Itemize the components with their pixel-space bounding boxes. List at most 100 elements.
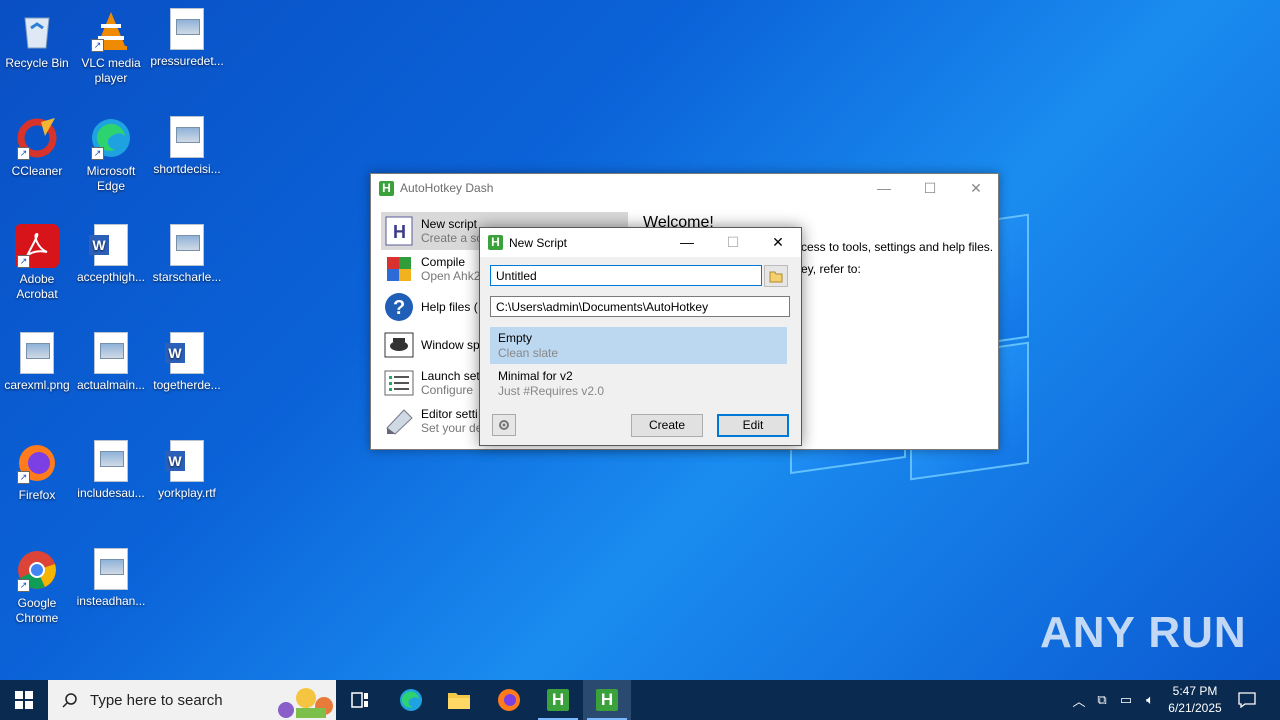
taskbar: Type here to search H H ︿ ⧉ ▭ 🔈︎ 5:47 PM… bbox=[0, 680, 1280, 720]
desktop-icon-label: actualmain... bbox=[76, 378, 146, 392]
image-file-icon bbox=[20, 332, 54, 374]
desktop-icon-chrome[interactable]: ↗ Google Chrome bbox=[0, 548, 74, 626]
taskbar-autohotkey-dash[interactable]: H bbox=[534, 680, 582, 720]
close-button[interactable]: ✕ bbox=[755, 228, 801, 256]
autohotkey-icon: H bbox=[547, 689, 569, 711]
desktop-icon-label: accepthigh... bbox=[76, 270, 146, 284]
desktop-icon-label: VLC media player bbox=[81, 56, 141, 85]
search-highlight-decoration bbox=[278, 688, 333, 718]
desktop-icon-label: pressuredet... bbox=[150, 54, 224, 68]
script-path-field[interactable]: C:\Users\admin\Documents\AutoHotkey bbox=[490, 296, 790, 317]
dash-title: AutoHotkey Dash bbox=[400, 181, 494, 195]
svg-text:H: H bbox=[393, 222, 406, 242]
tray-app-icon[interactable]: ⧉ bbox=[1090, 692, 1114, 708]
vlc-icon: ↗ bbox=[89, 8, 133, 52]
new-script-icon: H bbox=[383, 215, 415, 247]
taskbar-autohotkey-newscript[interactable]: H bbox=[583, 680, 631, 720]
folder-icon bbox=[769, 271, 783, 283]
anyrun-watermark: ANY RUN bbox=[1040, 608, 1247, 657]
desktop-icon-starscharle[interactable]: starscharle... bbox=[150, 224, 224, 285]
create-button[interactable]: Create bbox=[631, 414, 703, 437]
search-placeholder: Type here to search bbox=[90, 691, 223, 709]
desktop-icon-label: starscharle... bbox=[152, 270, 222, 284]
dash-item-title: Window sp bbox=[421, 338, 480, 352]
dash-titlebar: H AutoHotkey Dash — ☐ ✕ bbox=[371, 174, 998, 202]
browse-folder-button[interactable] bbox=[764, 265, 788, 287]
desktop-icon-shortdecisi[interactable]: shortdecisi... bbox=[150, 116, 224, 177]
image-file-icon bbox=[94, 440, 128, 482]
system-tray: ︿ ⧉ ▭ 🔈︎ bbox=[1068, 680, 1162, 720]
desktop-icon-label: togetherde... bbox=[153, 378, 221, 392]
desktop-icon-insteadhan[interactable]: insteadhan... bbox=[74, 548, 148, 609]
volume-icon[interactable]: 🔈︎ bbox=[1138, 692, 1162, 708]
desktop-icon-label: includesau... bbox=[77, 486, 145, 500]
settings-button[interactable] bbox=[492, 414, 516, 436]
help-icon: ? bbox=[383, 291, 415, 323]
desktop-icon-label: CCleaner bbox=[11, 164, 63, 178]
word-doc-icon: W bbox=[89, 224, 128, 266]
edge-icon bbox=[400, 689, 422, 711]
desktop-icon-recycle-bin[interactable]: Recycle Bin bbox=[0, 8, 74, 71]
clock-time: 5:47 PM bbox=[1172, 684, 1218, 698]
dash-item-title: New script bbox=[421, 217, 478, 231]
image-file-icon bbox=[94, 332, 128, 374]
notification-icon bbox=[1238, 692, 1256, 708]
dialog-title: New Script bbox=[509, 235, 568, 250]
firefox-icon bbox=[498, 689, 520, 711]
task-view-icon bbox=[351, 692, 368, 708]
image-file-icon bbox=[94, 548, 128, 590]
start-button[interactable] bbox=[0, 680, 48, 720]
template-item-minimal-v2[interactable]: Minimal for v2 Just #Requires v2.0 bbox=[490, 364, 787, 401]
acrobat-icon: ↗ bbox=[15, 224, 59, 268]
minimize-button[interactable]: — bbox=[861, 174, 907, 202]
maximize-button[interactable]: ☐ bbox=[907, 174, 953, 202]
dash-item-title: Help files ( bbox=[421, 300, 478, 314]
folder-icon bbox=[448, 693, 470, 709]
desktop-icon-acrobat[interactable]: ↗ Adobe Acrobat bbox=[0, 224, 74, 302]
desktop-icon-label: Microsoft Edge bbox=[86, 164, 136, 193]
windows-start-icon bbox=[15, 691, 33, 709]
desktop-icon-ccleaner[interactable]: ↗ CCleaner bbox=[0, 116, 74, 179]
desktop-icon-label: insteadhan... bbox=[76, 594, 146, 608]
template-description: Clean slate bbox=[498, 346, 559, 360]
task-view-button[interactable] bbox=[336, 680, 384, 720]
desktop-icon-label: Adobe Acrobat bbox=[16, 272, 58, 301]
compile-icon bbox=[383, 253, 415, 285]
desktop-icon-pressuredet[interactable]: pressuredet... bbox=[150, 8, 224, 69]
taskbar-clock[interactable]: 5:47 PM 6/21/2025 bbox=[1160, 683, 1230, 717]
dash-item-title: Editor setti bbox=[421, 407, 478, 421]
desktop-icon-actualmain[interactable]: actualmain... bbox=[74, 332, 148, 393]
word-doc-icon: W bbox=[165, 440, 204, 482]
close-button[interactable]: ✕ bbox=[953, 174, 999, 202]
desktop-icon-includesau[interactable]: includesau... bbox=[74, 440, 148, 501]
maximize-button[interactable]: ☐ bbox=[710, 228, 756, 256]
desktop-icon-edge[interactable]: ↗ Microsoft Edge bbox=[74, 116, 148, 194]
image-file-icon bbox=[170, 8, 204, 50]
chrome-icon: ↗ bbox=[15, 548, 59, 592]
dash-intro-text-2: ey, refer to: bbox=[801, 262, 861, 276]
taskbar-search-box[interactable]: Type here to search bbox=[48, 680, 336, 720]
desktop-icon-firefox[interactable]: ↗ Firefox bbox=[0, 440, 74, 503]
desktop-icon-accepthigh[interactable]: W accepthigh... bbox=[74, 224, 148, 285]
network-icon[interactable]: ▭ bbox=[1114, 692, 1138, 708]
taskbar-file-explorer[interactable] bbox=[435, 680, 483, 720]
script-name-input[interactable]: Untitled bbox=[490, 265, 762, 286]
template-item-empty[interactable]: Empty Clean slate bbox=[490, 327, 787, 364]
minimize-button[interactable]: — bbox=[664, 228, 710, 256]
chevron-up-icon[interactable]: ︿ bbox=[1068, 691, 1090, 710]
template-name: Empty bbox=[498, 331, 533, 345]
dash-item-title: Launch set bbox=[421, 369, 480, 383]
edit-button[interactable]: Edit bbox=[717, 414, 789, 437]
desktop-icon-label: Recycle Bin bbox=[5, 56, 69, 70]
search-icon bbox=[62, 693, 77, 708]
desktop-icon-togetherde[interactable]: W togetherde... bbox=[150, 332, 224, 393]
taskbar-edge[interactable] bbox=[387, 680, 435, 720]
editor-settings-icon bbox=[383, 405, 415, 437]
notifications-button[interactable] bbox=[1224, 680, 1270, 720]
autohotkey-logo-icon: H bbox=[488, 235, 503, 250]
desktop-icon-carexml[interactable]: carexml.png bbox=[0, 332, 74, 393]
desktop-icon-vlc[interactable]: ↗ VLC media player bbox=[74, 8, 148, 86]
svg-text:?: ? bbox=[393, 297, 405, 319]
desktop-icon-yorkplay[interactable]: W yorkplay.rtf bbox=[150, 440, 224, 501]
taskbar-firefox[interactable] bbox=[485, 680, 533, 720]
